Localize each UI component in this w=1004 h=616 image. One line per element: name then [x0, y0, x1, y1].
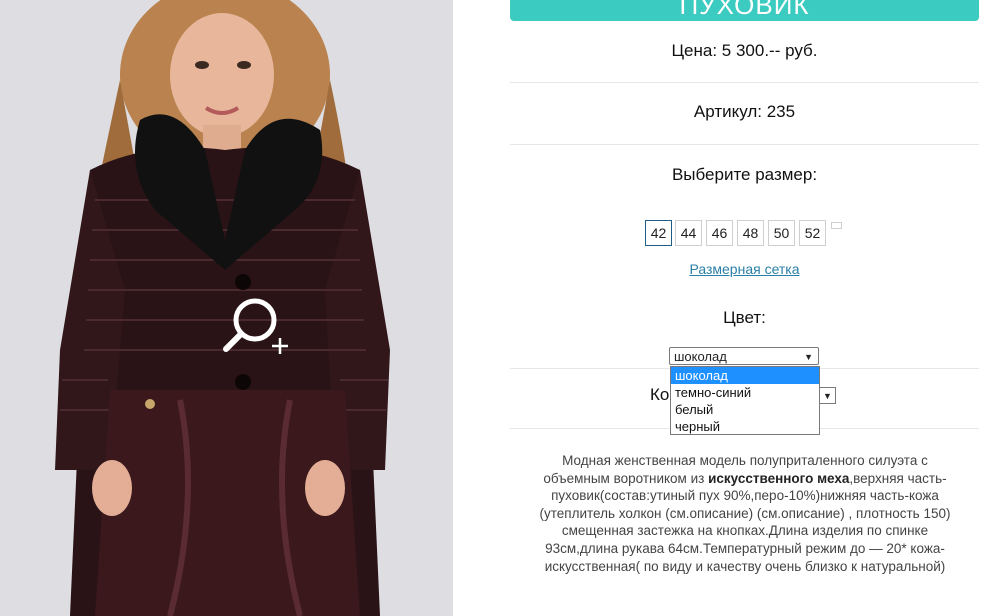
size-option-42[interactable]: 42: [645, 220, 672, 246]
color-option-black[interactable]: черный: [671, 418, 819, 435]
size-option-48[interactable]: 48: [737, 220, 764, 246]
size-chart-link[interactable]: Размерная сетка: [510, 261, 979, 277]
product-title-banner: ПУХОВИК: [510, 0, 979, 21]
size-option-44[interactable]: 44: [675, 220, 702, 246]
product-photo[interactable]: [0, 0, 453, 616]
color-option-chocolate[interactable]: шоколад: [671, 367, 819, 384]
dropdown-arrow-icon: ▼: [804, 352, 813, 362]
description-bold: искусственного меха: [708, 470, 850, 486]
color-label: Цвет:: [723, 308, 766, 327]
color-dropdown-list: шоколад темно-синий белый черный: [670, 366, 820, 435]
size-option-52[interactable]: 52: [799, 220, 826, 246]
divider: [510, 144, 979, 145]
color-select[interactable]: шоколад ▼: [669, 347, 819, 365]
description-part2: ,верхняя часть-пуховик(состав:утиный пух…: [539, 470, 951, 574]
color-option-white[interactable]: белый: [671, 401, 819, 418]
size-label: Выберите размер:: [671, 165, 818, 184]
size-option-46[interactable]: 46: [706, 220, 733, 246]
quantity-dropdown-arrow-icon[interactable]: ▼: [820, 387, 836, 404]
color-select-value: шоколад: [674, 349, 727, 364]
quantity-label: Ко: [650, 385, 670, 404]
product-title: ПУХОВИК: [679, 0, 810, 20]
size-extra-box: [831, 222, 842, 229]
color-option-dark-blue[interactable]: темно-синий: [671, 384, 819, 401]
zoom-in-icon[interactable]: [220, 296, 292, 356]
divider: [510, 82, 979, 83]
product-description: Модная женственная модель полуприталенно…: [528, 452, 962, 575]
size-option-50[interactable]: 50: [768, 220, 795, 246]
product-price: Цена: 5 300.-- руб.: [671, 41, 818, 60]
product-article: Артикул: 235: [693, 102, 796, 121]
